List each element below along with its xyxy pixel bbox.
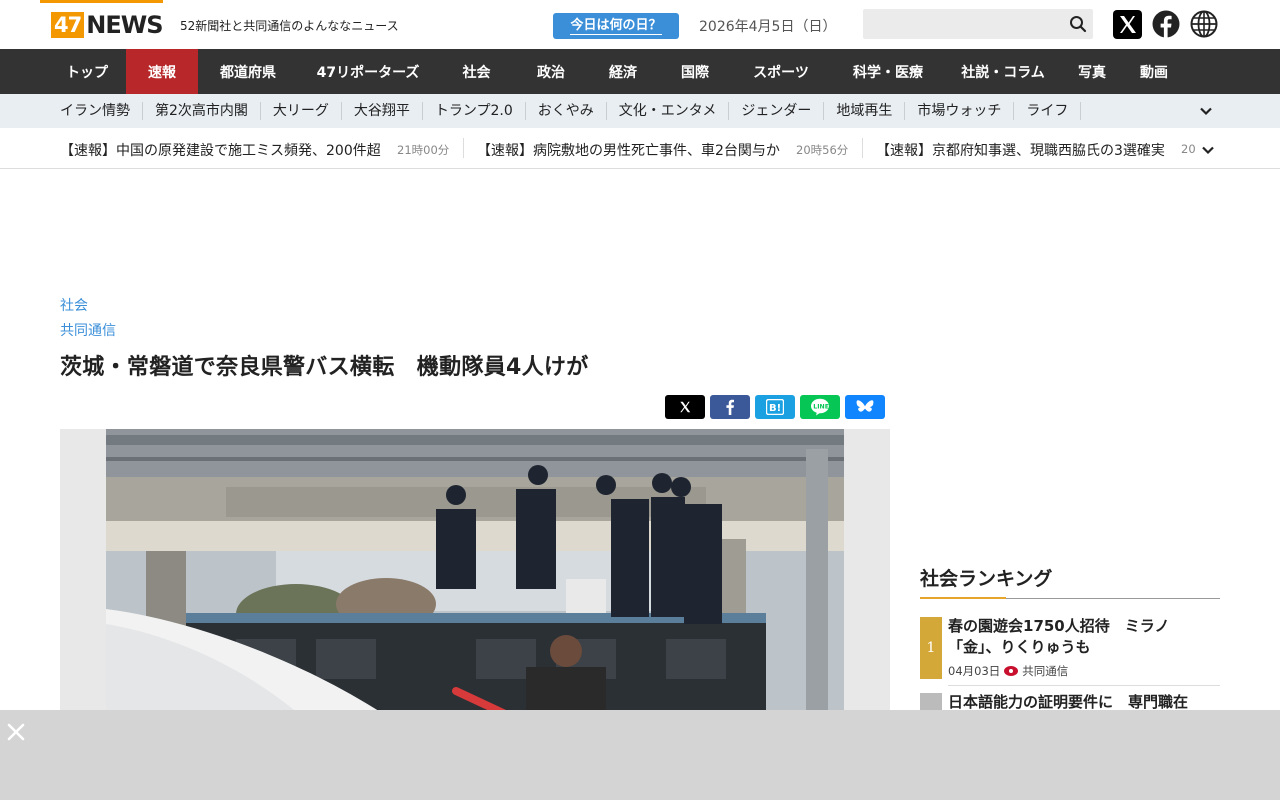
nav-item-47reporters[interactable]: 47リポーターズ xyxy=(298,49,438,94)
nav-item-photos[interactable]: 写真 xyxy=(1061,49,1123,94)
logo-text: NEWS xyxy=(86,11,163,39)
ranking-number-badge: 1 xyxy=(920,617,942,679)
ranking-item-source: 共同通信 xyxy=(1022,664,1069,678)
topic-item[interactable]: トランプ2.0 xyxy=(423,102,526,120)
topic-item[interactable]: 大リーグ xyxy=(261,102,342,120)
nav-item-society[interactable]: 社会 xyxy=(438,49,515,94)
ticker-time: 20時56分 xyxy=(796,143,849,157)
current-date: 2026年4月5日（日） xyxy=(699,19,837,35)
nav-item-editorial-column[interactable]: 社説・コラム xyxy=(945,49,1061,94)
ranking-item-title[interactable]: 春の園遊会1750人招待 ミラノ「金」、りくりゅうも xyxy=(948,616,1220,658)
kyodo-logo-icon xyxy=(1004,666,1019,676)
hatena-bookmark-icon: B! xyxy=(766,399,784,415)
ticker-time: 20 xyxy=(1181,142,1196,156)
bottom-ad-overlay xyxy=(0,710,1280,800)
logo-number: 47 xyxy=(51,12,85,38)
nav-item-top[interactable]: トップ xyxy=(48,49,126,94)
topic-item[interactable]: 市場ウォッチ xyxy=(905,102,1015,120)
nav-item-sports[interactable]: スポーツ xyxy=(731,49,831,94)
breaking-news-ticker: 【速報】中国の原発建設で施工ミス頻発、200件超 21時00分 【速報】病院敷地… xyxy=(0,128,1280,169)
ticker-divider xyxy=(463,138,464,158)
chevron-down-icon[interactable] xyxy=(1201,143,1215,157)
topic-item[interactable]: 文化・エンタメ xyxy=(607,102,730,120)
topic-item[interactable]: 大谷翔平 xyxy=(342,102,423,120)
x-logo-icon xyxy=(680,401,691,413)
today-in-history-button[interactable]: 今日は何の日？ xyxy=(553,13,679,39)
ranking-item-meta: 04月03日 共同通信 xyxy=(948,663,1068,679)
share-facebook-button[interactable] xyxy=(710,395,750,419)
article-photo[interactable] xyxy=(106,429,844,729)
share-bluesky-button[interactable] xyxy=(845,395,885,419)
article-category-link[interactable]: 社会 xyxy=(60,295,88,315)
nav-item-videos[interactable]: 動画 xyxy=(1123,49,1185,94)
globe-icon[interactable] xyxy=(1190,10,1218,38)
facebook-icon[interactable] xyxy=(1152,10,1180,38)
topic-item[interactable]: イラン情勢 xyxy=(48,102,143,120)
site-header: 47 NEWS 52新聞社と共同通信のよんななニュース 今日は何の日？ 2026… xyxy=(0,0,1280,49)
ticker-time: 21時00分 xyxy=(397,143,450,157)
ticker-headline[interactable]: 【速報】病院敷地の男性死亡事件、車2台関与か xyxy=(477,140,780,160)
ranking-heading: 社会ランキング xyxy=(920,568,1053,590)
line-icon: LINE xyxy=(811,398,829,416)
logo-accent-bar xyxy=(40,0,163,3)
nav-item-economy[interactable]: 経済 xyxy=(587,49,659,94)
ticker-headline[interactable]: 【速報】中国の原発建設で施工ミス頻発、200件超 xyxy=(60,140,381,160)
share-x-button[interactable] xyxy=(665,395,705,419)
topic-item[interactable]: ライフ xyxy=(1014,102,1082,120)
ticker-divider xyxy=(862,138,863,158)
ticker-headline[interactable]: 【速報】京都府知事選、現職西脇氏の3選確実 xyxy=(876,140,1165,160)
site-tagline: 52新聞社と共同通信のよんななニュース xyxy=(180,19,399,33)
today-button-label: 今日は何の日？ xyxy=(570,17,662,35)
topic-item[interactable]: おくやみ xyxy=(526,102,607,120)
nav-item-prefectures[interactable]: 都道府県 xyxy=(198,49,298,94)
topic-navigation: イラン情勢 第2次高市内閣 大リーグ 大谷翔平 トランプ2.0 おくやみ 文化・… xyxy=(0,94,1280,128)
x-logo-icon[interactable] xyxy=(1113,10,1142,39)
search-input[interactable] xyxy=(863,9,1093,39)
ranking-heading-accent xyxy=(920,597,1006,599)
ranking-item-date: 04月03日 xyxy=(948,664,1001,678)
search-icon[interactable] xyxy=(1069,15,1087,33)
facebook-f-icon xyxy=(726,399,734,415)
close-icon[interactable] xyxy=(6,722,26,742)
nav-item-international[interactable]: 国際 xyxy=(659,49,731,94)
article-source-link[interactable]: 共同通信 xyxy=(60,320,116,340)
overturned-bus-photo xyxy=(106,429,844,729)
article-headline: 茨城・常磐道で奈良県警バス横転 機動隊員4人けが xyxy=(60,355,589,380)
nav-item-breaking[interactable]: 速報 xyxy=(126,49,198,94)
nav-item-politics[interactable]: 政治 xyxy=(515,49,587,94)
share-line-button[interactable]: LINE xyxy=(800,395,840,419)
main-navigation: トップ 速報 都道府県 47リポーターズ 社会 政治 経済 国際 スポーツ 科学… xyxy=(0,49,1280,94)
ranking-separator xyxy=(948,685,1220,686)
topic-item[interactable]: 地域再生 xyxy=(824,102,906,120)
svg-text:B!: B! xyxy=(769,403,781,414)
chevron-down-icon[interactable] xyxy=(1199,104,1213,118)
svg-text:LINE: LINE xyxy=(813,404,829,411)
share-hatena-button[interactable]: B! xyxy=(755,395,795,419)
bluesky-butterfly-icon xyxy=(856,400,874,412)
nav-item-science-medical[interactable]: 科学・医療 xyxy=(831,49,945,94)
topic-item[interactable]: 第2次高市内閣 xyxy=(143,102,261,120)
topic-item[interactable]: ジェンダー xyxy=(729,102,825,120)
site-logo[interactable]: 47 NEWS xyxy=(51,11,163,39)
